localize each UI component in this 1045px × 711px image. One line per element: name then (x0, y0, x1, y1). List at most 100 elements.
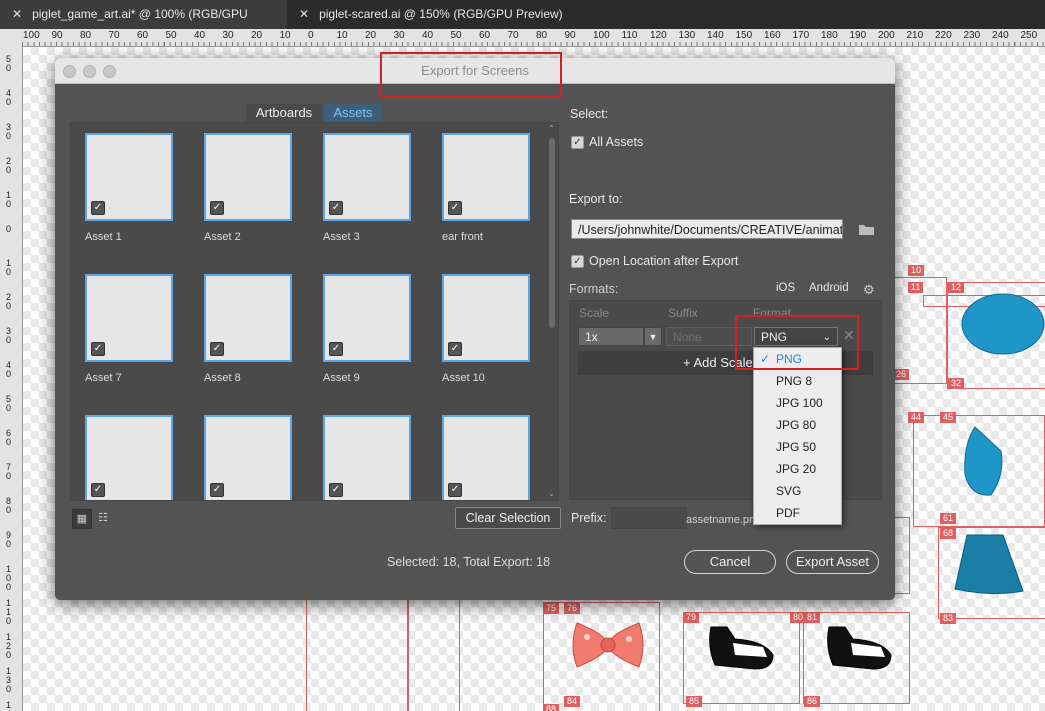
asset-grid-scrollbar[interactable]: ⌃ ⌄ (548, 124, 556, 498)
ruler-tick-label: 10 (336, 30, 348, 41)
asset-checkbox[interactable]: ✓ (448, 201, 462, 215)
ruler-tick-label: 250 (1020, 30, 1038, 41)
list-view-icon[interactable]: ☷ (94, 509, 112, 527)
artboard-number: 84 (564, 696, 581, 707)
skirt-shape-art[interactable] (953, 533, 1025, 595)
menu-item-jpg100[interactable]: JPG 100 (754, 392, 841, 414)
asset-thumbnail[interactable]: ✓ (204, 133, 292, 221)
asset-thumbnail[interactable]: ✓ (204, 274, 292, 362)
document-tab-bar: ✕piglet_game_art.ai* @ 100% (RGB/GPU Pre… (0, 0, 1045, 50)
ear-shape-art[interactable] (961, 292, 1045, 356)
format-select[interactable]: PNG ⌄ (754, 327, 838, 346)
asset-checkbox[interactable]: ✓ (329, 483, 343, 497)
folder-icon[interactable] (858, 223, 875, 241)
asset-name[interactable]: Asset 10 (442, 372, 485, 384)
filename-preview: assetname.png (686, 514, 762, 526)
ruler-tick-label: 130 (6, 666, 12, 694)
tab-assets[interactable]: Assets (324, 104, 382, 122)
tab-artboards[interactable]: Artboards (246, 104, 322, 122)
asset-grid: ✓ ✓ ✓ ✓ Asset 1 Asset 2 Asset 3 ear fron… (70, 122, 559, 501)
ruler-tick-label: 30 (6, 326, 12, 345)
right-shoe-art[interactable] (823, 625, 895, 673)
asset-name[interactable]: Asset 3 (323, 231, 360, 243)
ruler-tick-label: 40 (6, 88, 12, 107)
asset-thumbnail[interactable]: ✓ (323, 274, 411, 362)
dialog-titlebar[interactable]: Export for Screens (55, 58, 895, 84)
asset-checkbox[interactable]: ✓ (91, 201, 105, 215)
close-tab-icon[interactable]: ✕ (12, 0, 22, 29)
asset-thumbnail[interactable]: ✓ (442, 415, 530, 500)
selection-status: Selected: 18, Total Export: 18 (387, 555, 551, 569)
asset-checkbox[interactable]: ✓ (329, 342, 343, 356)
ruler-tick-label: 110 (6, 598, 12, 626)
remove-scale-icon[interactable]: ✕ (843, 327, 855, 344)
cancel-button[interactable]: Cancel (684, 550, 776, 574)
asset-thumbnail[interactable]: ✓ (204, 415, 292, 500)
menu-item-svg[interactable]: SVG (754, 480, 841, 502)
ruler-tick-label: 20 (6, 292, 12, 311)
ear-side-shape-art[interactable] (961, 425, 1005, 499)
ruler-tick-label: 30 (393, 30, 405, 41)
menu-item-jpg50[interactable]: JPG 50 (754, 436, 841, 458)
menu-item-png[interactable]: ✓ PNG (754, 348, 841, 370)
bow-art[interactable] (571, 617, 645, 673)
gear-icon[interactable]: ⚙ (863, 282, 875, 298)
scroll-thumb[interactable] (549, 138, 555, 328)
ruler-tick-label: 20 (6, 156, 12, 175)
scale-column-header: Scale (579, 306, 610, 320)
asset-checkbox[interactable]: ✓ (91, 342, 105, 356)
left-shoe-art[interactable] (705, 625, 777, 673)
clear-selection-button[interactable]: Clear Selection (455, 507, 561, 529)
menu-item-pdf[interactable]: PDF (754, 502, 841, 524)
asset-thumbnail[interactable]: ✓ (323, 415, 411, 500)
format-column-header: Format (753, 306, 792, 320)
grid-view-icon[interactable]: ▦ (72, 509, 92, 529)
asset-name[interactable]: Asset 9 (323, 372, 360, 384)
ios-preset-link[interactable]: iOS (776, 282, 795, 294)
open-location-label[interactable]: Open Location after Export (589, 254, 738, 268)
document-tab-piglet-scared[interactable]: ✕ piglet-scared.ai @ 150% (RGB/GPU Previe… (287, 0, 567, 29)
asset-checkbox[interactable]: ✓ (210, 201, 224, 215)
asset-name[interactable]: Asset 2 (204, 231, 241, 243)
horizontal-ruler[interactable]: 100 90 80 70 60 50 40 30 20 10 0 10 20 30 40 50 60 70 80 90… (22, 29, 1045, 47)
asset-checkbox[interactable]: ✓ (448, 483, 462, 497)
scroll-up-icon[interactable]: ⌃ (548, 124, 555, 133)
asset-name[interactable]: ear front (442, 231, 483, 243)
prefix-field[interactable] (611, 507, 687, 529)
menu-item-jpg80[interactable]: JPG 80 (754, 414, 841, 436)
open-location-checkbox[interactable]: ✓ (571, 255, 584, 268)
asset-checkbox[interactable]: ✓ (91, 483, 105, 497)
asset-thumbnail[interactable]: ✓ (442, 274, 530, 362)
all-assets-label[interactable]: All Assets (589, 135, 643, 149)
asset-checkbox[interactable]: ✓ (210, 483, 224, 497)
vertical-ruler[interactable]: 50 40 30 20 10 0 10 20 30 40 50 60 70 80 90 100 110 120 13… (0, 47, 23, 711)
asset-name[interactable]: Asset 1 (85, 231, 122, 243)
artboard-number: 32 (948, 378, 965, 389)
export-path-field[interactable]: /Users/johnwhite/Documents/CREATIVE/anim… (571, 219, 843, 239)
asset-thumbnail[interactable]: ✓ (85, 133, 173, 221)
ruler-tick-label: 150 (735, 30, 753, 41)
asset-thumbnail[interactable]: ✓ (85, 415, 173, 500)
asset-name[interactable]: Asset 7 (85, 372, 122, 384)
asset-thumbnail[interactable]: ✓ (323, 133, 411, 221)
ruler-origin[interactable] (0, 29, 23, 48)
scroll-down-icon[interactable]: ⌄ (548, 489, 555, 498)
asset-checkbox[interactable]: ✓ (448, 342, 462, 356)
asset-name[interactable]: Asset 8 (204, 372, 241, 384)
scale-field[interactable]: 1x (578, 327, 644, 346)
asset-thumbnail[interactable]: ✓ (442, 133, 530, 221)
asset-thumbnail[interactable]: ✓ (85, 274, 173, 362)
asset-checkbox[interactable]: ✓ (329, 201, 343, 215)
ruler-tick-label: 90 (564, 30, 576, 41)
menu-item-png8[interactable]: PNG 8 (754, 370, 841, 392)
menu-item-jpg20[interactable]: JPG 20 (754, 458, 841, 480)
all-assets-checkbox[interactable]: ✓ (571, 136, 584, 149)
document-tab-piglet-game-art[interactable]: ✕piglet_game_art.ai* @ 100% (RGB/GPU Pre… (0, 0, 287, 50)
scale-dropdown-icon[interactable]: ▼ (644, 327, 662, 346)
suffix-field[interactable]: None (666, 327, 752, 346)
close-tab-icon[interactable]: ✕ (299, 0, 309, 29)
asset-checkbox[interactable]: ✓ (210, 342, 224, 356)
android-preset-link[interactable]: Android (809, 282, 849, 294)
export-asset-button[interactable]: Export Asset (786, 550, 879, 574)
artboard-number: 26 (893, 369, 910, 380)
